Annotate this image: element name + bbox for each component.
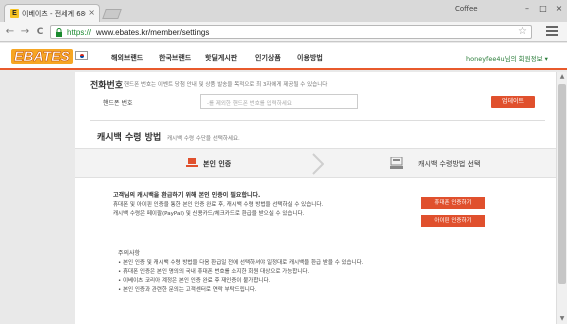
url-scheme: https:// — [67, 28, 92, 37]
tab-title: 이베이츠 - 전세계 680개 — [22, 10, 86, 18]
browser-toolbar: ← → C https:// www.ebates.kr/member/sett… — [0, 22, 567, 42]
scroll-up-arrow-icon[interactable]: ▲ — [557, 72, 567, 82]
scrollbar-thumb[interactable] — [558, 84, 566, 284]
maximize-button[interactable]: □ — [536, 3, 550, 15]
browser-user-name[interactable]: Coffee — [455, 5, 478, 13]
step-arrow-icon — [312, 153, 324, 175]
nav-item-how-to-use[interactable]: 이용방법 — [297, 53, 323, 63]
tab-close-icon[interactable]: × — [88, 8, 95, 17]
nav-item-korean-brands[interactable]: 한국브랜드 — [159, 53, 191, 63]
cash-machine-icon — [390, 157, 403, 169]
section-divider — [90, 120, 545, 121]
browser-menu-icon[interactable] — [546, 26, 558, 38]
note-item: • 이베이츠 코리아 계정은 본인 인증 완료 후 재인증이 불가합니다. — [118, 278, 271, 284]
back-button[interactable]: ← — [4, 26, 16, 38]
verification-line: 휴대폰 및 아이핀 인증을 통한 본인 인증 완료 후, 캐시백 수령 방법을 … — [113, 202, 324, 208]
verification-line: 캐시백 수령은 페이팔(PayPal) 및 신용카드/체크카드로 환급을 받으실… — [113, 211, 305, 217]
browser-titlebar: E 이베이츠 - 전세계 680개 × Coffee – □ × — [0, 0, 567, 22]
member-info-menu[interactable]: honeyfee4u님의 회원정보 ▾ — [466, 53, 548, 63]
ipin-verification-button[interactable]: 아이핀 인증하기 — [421, 215, 485, 227]
phone-number-input[interactable]: -를 제외한 핸드폰 번호를 입력하세요 — [200, 94, 358, 109]
settings-panel: 전화번호 핸드폰 번호는 이벤트 당첨 안내 및 상품 발송을 목적으로 최 3… — [75, 72, 567, 324]
reload-button[interactable]: C — [34, 26, 46, 38]
site-header: EBATES 해외브랜드 한국브랜드 핫딜게시판 인기상품 이용방법 honey… — [0, 43, 567, 70]
note-item: • 본인 인증과 관련한 문의는 고객센터로 연락 부탁드립니다. — [118, 287, 257, 293]
korea-flag-icon — [75, 51, 88, 60]
note-item: • 본인 인증 및 캐시백 수령 방법을 다음 환급일 전에 선택하셔야 일정대… — [118, 260, 364, 266]
verification-title: 고객님의 캐시백을 환급하기 위해 본인 인증이 필요합니다. — [113, 192, 261, 199]
notes-title: 주의사항 — [118, 250, 141, 257]
laptop-icon — [186, 158, 198, 167]
nav-item-popular[interactable]: 인기상품 — [255, 53, 281, 63]
phone-section-title: 전화번호 — [90, 81, 124, 91]
update-button[interactable]: 업데이트 — [491, 96, 535, 108]
site-favicon-icon: E — [10, 9, 19, 18]
scroll-down-arrow-icon[interactable]: ▼ — [557, 314, 567, 324]
new-tab-button[interactable] — [102, 9, 122, 19]
nav-item-overseas-brands[interactable]: 해외브랜드 — [111, 53, 143, 63]
lock-icon — [56, 28, 62, 37]
cashback-section-title: 캐시백 수령 방법 — [97, 133, 162, 143]
window-close-button[interactable]: × — [552, 3, 566, 15]
url-path: www.ebates.kr/member/settings — [96, 28, 210, 37]
cashback-section-description: 캐시백 수령 수단을 선택하세요. — [167, 136, 240, 142]
phone-section-description: 핸드폰 번호는 이벤트 당첨 안내 및 상품 발송을 목적으로 최 3자에게 제… — [124, 82, 328, 88]
address-bar[interactable]: https:// www.ebates.kr/member/settings ☆ — [50, 25, 532, 39]
browser-tab[interactable]: E 이베이츠 - 전세계 680개 × — [4, 4, 100, 22]
page-scrollbar[interactable]: ▲ ▼ — [556, 72, 567, 324]
verification-steps: 본인 인증 캐시백 수령방법 선택 — [75, 148, 567, 178]
mobile-verification-button[interactable]: 휴대폰 인증하기 — [421, 197, 485, 209]
step-identity-verification: 본인 인증 — [203, 160, 232, 168]
phone-field-label: 핸드폰 번호 — [103, 100, 133, 107]
note-item: • 휴대폰 인증은 본인 명의의 국내 휴대폰 번호를 소지한 회원 대상으로 … — [118, 269, 310, 275]
bookmark-star-icon[interactable]: ☆ — [518, 26, 527, 37]
site-logo[interactable]: EBATES — [11, 48, 73, 64]
step-cashback-method: 캐시백 수령방법 선택 — [418, 160, 481, 168]
minimize-button[interactable]: – — [520, 3, 534, 15]
nav-item-hotdeal[interactable]: 핫딜게시판 — [205, 53, 237, 63]
forward-button[interactable]: → — [19, 26, 31, 38]
